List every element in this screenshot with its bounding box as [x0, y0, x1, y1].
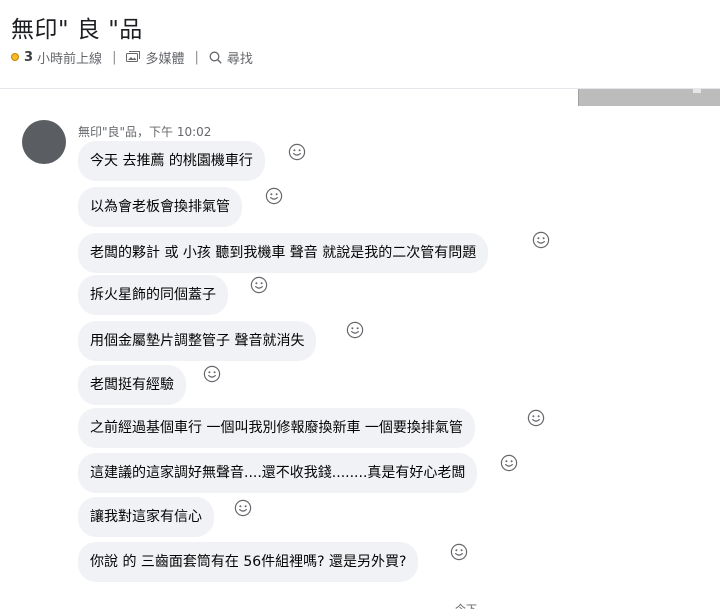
- thumbnail-mark: [693, 89, 701, 93]
- message-bubble[interactable]: 老闆挺有經驗: [78, 365, 186, 405]
- smiley-icon[interactable]: [288, 143, 306, 161]
- search-label: 尋找: [226, 51, 253, 67]
- multimedia-link[interactable]: 多媒體: [126, 48, 184, 67]
- chat-header: 無印" 良 "品 3 小時前上線 | 多媒體 | 尋找: [0, 0, 720, 89]
- media-icon: [126, 51, 141, 63]
- next-timestamp-fragment: 今下: [455, 601, 477, 609]
- smiley-icon[interactable]: [450, 543, 468, 561]
- smiley-icon[interactable]: [532, 231, 550, 249]
- smiley-icon[interactable]: [250, 276, 268, 294]
- status-dot-icon: [11, 53, 19, 61]
- chat-subinfo: 3 小時前上線 | 多媒體 | 尋找: [11, 48, 253, 67]
- message-bubble[interactable]: 之前經過基個車行 一個叫我別修報廢換新車 一個要換排氣管: [78, 408, 475, 448]
- message-bubble[interactable]: 今天 去推薦 的桃園機車行: [78, 141, 265, 181]
- online-status-text: 小時前上線: [37, 51, 103, 67]
- smiley-icon[interactable]: [234, 499, 252, 517]
- message-bubble[interactable]: 用個金屬墊片調整管子 聲音就消失: [78, 321, 317, 361]
- smiley-icon[interactable]: [265, 187, 283, 205]
- message-bubble[interactable]: 拆火星飾的同個蓋子: [78, 275, 228, 315]
- online-count: 3: [24, 49, 34, 65]
- sender-meta: 無印"良"品，下午 10:02: [78, 125, 212, 139]
- message-bubble[interactable]: 這建議的這家調好無聲音....還不收我錢........真是有好心老闆: [78, 453, 478, 493]
- search-icon: [209, 51, 222, 64]
- message-bubble[interactable]: 老闆的夥計 或 小孩 聽到我機車 聲音 就說是我的二次管有問題: [78, 233, 489, 273]
- avatar[interactable]: [22, 120, 66, 164]
- message-bubble[interactable]: 以為會老板會換排氣管: [78, 187, 242, 227]
- search-link[interactable]: 尋找: [209, 48, 253, 67]
- chat-title[interactable]: 無印" 良 "品: [11, 10, 143, 44]
- separator: |: [112, 49, 117, 65]
- smiley-icon[interactable]: [203, 365, 221, 383]
- smiley-icon[interactable]: [500, 454, 518, 472]
- separator: |: [194, 49, 199, 65]
- message-bubble[interactable]: 你說 的 三齒面套筒有在 56件組裡嗎? 還是另外買?: [78, 542, 419, 582]
- message-bubble[interactable]: 讓我對這家有信心: [78, 497, 214, 537]
- multimedia-label: 多媒體: [145, 51, 185, 67]
- smiley-icon[interactable]: [346, 321, 364, 339]
- smiley-icon[interactable]: [527, 409, 545, 427]
